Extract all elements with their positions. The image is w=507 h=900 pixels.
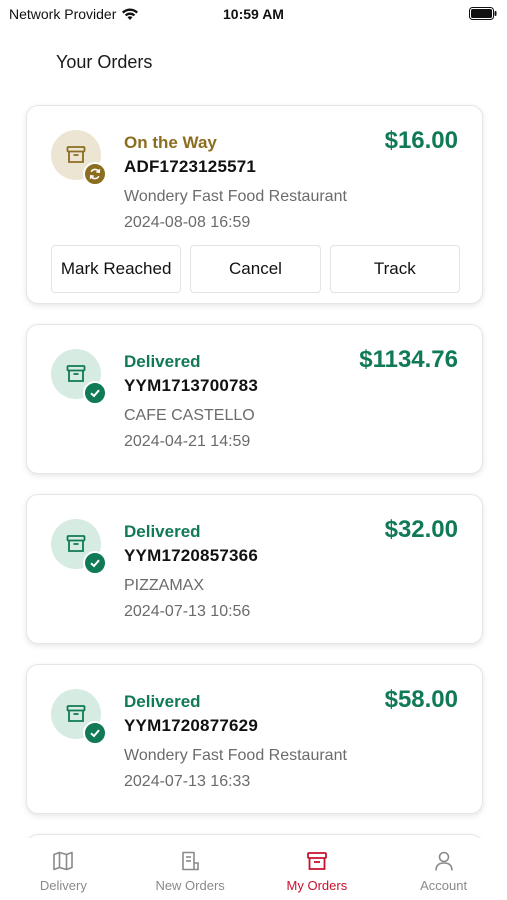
order-status: Delivered	[124, 522, 201, 541]
order-id: ADF1723125571	[124, 157, 257, 176]
refresh-icon	[83, 162, 107, 186]
person-icon	[434, 851, 453, 871]
check-icon	[83, 721, 107, 745]
tab-label: My Orders	[286, 878, 348, 893]
cancel-button[interactable]: Cancel	[190, 245, 321, 293]
tab-account[interactable]: Account	[380, 838, 507, 900]
box-icon	[66, 146, 86, 163]
check-icon	[83, 551, 107, 575]
order-id: YYM1720857366	[124, 546, 258, 565]
orders-list: On the Way ADF1723125571 Wondery Fast Fo…	[26, 105, 483, 874]
track-button[interactable]: Track	[329, 245, 460, 293]
order-amount: $1134.76	[359, 346, 458, 373]
order-actions: Mark Reached Cancel Track	[51, 245, 460, 293]
tab-label: New Orders	[155, 878, 225, 893]
restaurant-name: Wondery Fast Food Restaurant	[124, 747, 347, 764]
restaurant-name: CAFE CASTELLO	[124, 407, 255, 424]
order-amount: $16.00	[384, 127, 458, 154]
order-card[interactable]: Delivered YYM1713700783 CAFE CASTELLO 20…	[26, 324, 483, 474]
order-datetime: 2024-04-21 14:59	[124, 433, 251, 450]
archive-box-icon	[306, 852, 327, 870]
tab-my-orders[interactable]: My Orders	[254, 838, 381, 900]
bottom-tab-bar: Delivery New Orders My Orders Account	[0, 838, 507, 900]
receipt-icon	[182, 851, 199, 871]
order-amount: $32.00	[384, 516, 458, 543]
status-bar: Network Provider 10:59 AM	[0, 0, 507, 28]
box-icon	[66, 535, 86, 552]
tab-label: Account	[420, 878, 468, 893]
order-status: Delivered	[124, 352, 201, 371]
box-icon	[66, 365, 86, 382]
order-status: Delivered	[124, 692, 201, 711]
order-card[interactable]: Delivered YYM1720857366 PIZZAMAX 2024-07…	[26, 494, 483, 644]
clock: 10:59 AM	[223, 6, 284, 22]
order-datetime: 2024-07-13 16:33	[124, 773, 251, 790]
restaurant-name: PIZZAMAX	[124, 577, 205, 594]
battery-icon	[469, 7, 497, 20]
check-icon	[83, 381, 107, 405]
order-card[interactable]: Delivered YYM1720877629 Wondery Fast Foo…	[26, 664, 483, 814]
restaurant-name: Wondery Fast Food Restaurant	[124, 188, 347, 205]
order-id: YYM1713700783	[124, 376, 258, 395]
order-datetime: 2024-07-13 10:56	[124, 603, 251, 620]
page-title: Your Orders	[56, 52, 153, 72]
order-datetime: 2024-08-08 16:59	[124, 214, 251, 231]
order-amount: $58.00	[384, 686, 458, 713]
tab-delivery[interactable]: Delivery	[0, 838, 127, 900]
tab-label: Delivery	[39, 878, 87, 893]
tab-new-orders[interactable]: New Orders	[127, 838, 254, 900]
order-id: YYM1720877629	[124, 716, 258, 735]
box-icon	[66, 705, 86, 722]
map-icon	[53, 851, 74, 871]
order-status: On the Way	[124, 133, 217, 152]
mark-reached-button[interactable]: Mark Reached	[51, 245, 182, 293]
order-card[interactable]: On the Way ADF1723125571 Wondery Fast Fo…	[26, 105, 483, 304]
